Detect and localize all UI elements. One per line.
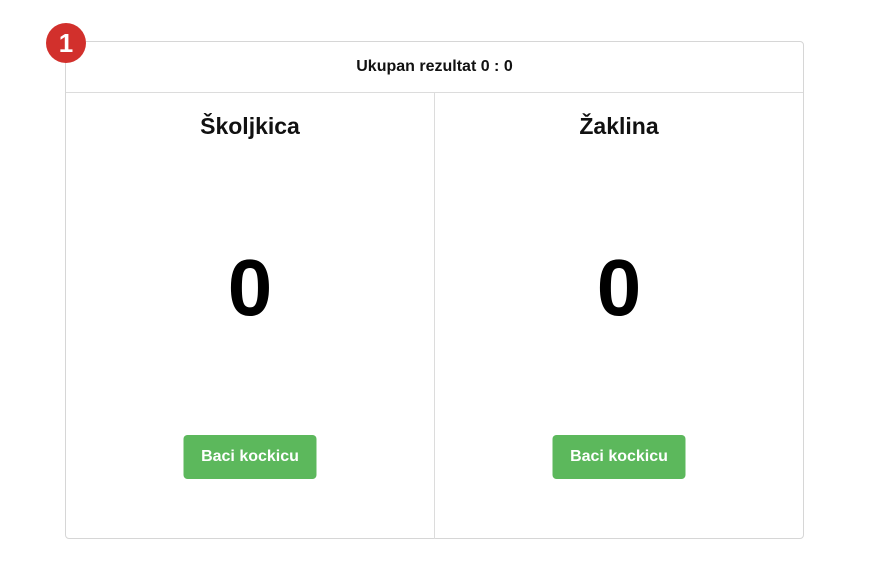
total-score-text: Ukupan rezultat 0 : 0 <box>356 58 513 75</box>
player-name: Žaklina <box>579 113 659 139</box>
players-row: Školjkica 0 Baci kockicu Žaklina 0 Baci … <box>66 93 803 539</box>
player-score: 0 <box>596 243 642 332</box>
player-score: 0 <box>227 243 273 332</box>
total-score-header: Ukupan rezultat 0 : 0 <box>66 42 803 93</box>
roll-dice-button[interactable]: Baci kockicu <box>183 435 317 479</box>
roll-dice-button[interactable]: Baci kockicu <box>552 435 686 479</box>
player-name: Školjkica <box>200 113 300 139</box>
step-badge: 1 <box>46 23 86 63</box>
game-card: Ukupan rezultat 0 : 0 Školjkica 0 Baci k… <box>65 41 804 539</box>
player-panel-2: Žaklina 0 Baci kockicu <box>434 93 803 539</box>
player-panel-1: Školjkica 0 Baci kockicu <box>66 93 434 539</box>
